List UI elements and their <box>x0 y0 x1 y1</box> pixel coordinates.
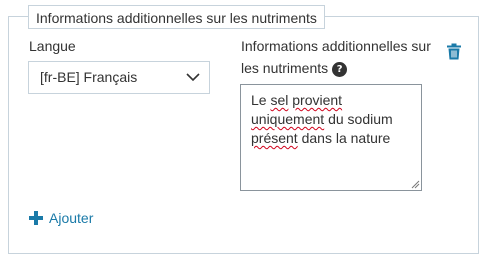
language-label: Langue <box>29 38 76 54</box>
textarea-word: sodium <box>347 111 393 127</box>
add-button[interactable]: Ajouter <box>29 208 93 228</box>
resize-handle-icon[interactable] <box>410 179 420 189</box>
textarea-word-misspelled: uniquement <box>251 111 325 127</box>
trash-icon[interactable] <box>446 43 462 60</box>
plus-icon <box>29 211 43 225</box>
textarea-word: nature <box>350 130 391 146</box>
textarea-word: Le <box>251 92 267 108</box>
textarea-word: du <box>328 111 344 127</box>
help-icon[interactable]: ? <box>332 62 348 77</box>
language-select[interactable]: [fr-BE] Français <box>28 61 210 94</box>
chevron-down-icon <box>186 73 200 82</box>
fieldset-legend: Informations additionnelles sur les nutr… <box>28 5 325 29</box>
add-button-label: Ajouter <box>49 210 94 226</box>
language-select-value: [fr-BE] Français <box>40 69 138 85</box>
additional-info-textarea[interactable]: Le sel provient uniquement du sodium pré… <box>240 84 422 191</box>
textarea-word: la <box>335 130 347 146</box>
textarea-word: dans <box>301 130 332 146</box>
textarea-word-misspelled: présent <box>251 130 298 146</box>
additional-info-label: Informations additionnelles sur les nutr… <box>241 35 431 79</box>
textarea-word-misspelled: sel <box>270 92 289 108</box>
textarea-word-misspelled: provient <box>292 92 343 108</box>
